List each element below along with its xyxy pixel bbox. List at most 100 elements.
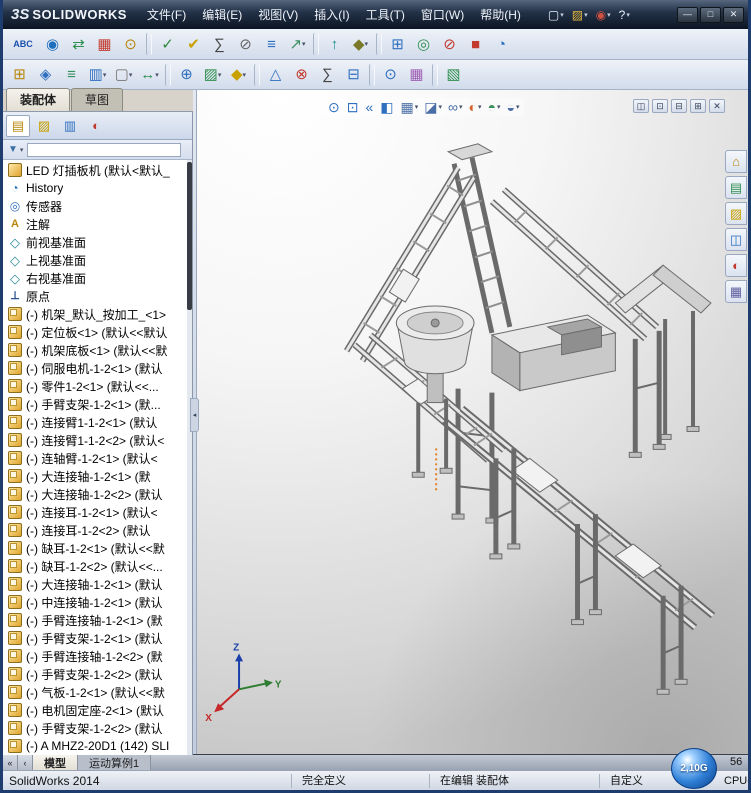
tree-item[interactable]: (-) 手臂支架-1-2<1> (默... xyxy=(3,395,192,413)
tab-assembly[interactable]: 装配体 xyxy=(6,88,71,111)
close-button[interactable]: ✕ xyxy=(723,6,744,23)
section-properties-icon[interactable]: ⊘ xyxy=(233,32,258,56)
smart-fasteners-icon[interactable]: ≡ xyxy=(59,63,84,87)
symmetry-check-icon[interactable]: ◔ xyxy=(489,32,514,56)
mate-icon[interactable]: ◈ xyxy=(33,63,58,87)
tab-model[interactable]: 模型 xyxy=(33,755,78,770)
interference-detection-icon[interactable]: ⊗ xyxy=(289,63,314,87)
window-select-icon[interactable]: ⊟ xyxy=(341,63,366,87)
tree-item[interactable]: (-) 大连接轴-1-2<1> (默认 xyxy=(3,575,192,593)
tree-item[interactable]: 传感器 xyxy=(3,197,192,215)
close-window-icon[interactable]: ✕ xyxy=(709,99,725,113)
tree-item[interactable]: (-) 连接耳-1-2<2> (默认 xyxy=(3,521,192,539)
propertymanager-tab-icon[interactable]: ▨ xyxy=(32,115,56,137)
configurationmanager-tab-icon[interactable]: ▥ xyxy=(58,115,82,137)
tree-item[interactable]: LED 灯插板机 (默认<默认_ xyxy=(3,161,192,179)
tree-item[interactable]: 原点 xyxy=(3,287,192,305)
restore-window-icon[interactable]: ⊡ xyxy=(652,99,668,113)
reference-geometry-icon[interactable]: ▨ ▾ xyxy=(200,63,225,87)
help-icon[interactable]: ? ▾ xyxy=(616,8,633,22)
menu-item[interactable]: 窗口(W) xyxy=(413,3,472,26)
scrollbar-thumb[interactable] xyxy=(187,162,192,310)
costing-icon[interactable]: ⊙ xyxy=(118,32,143,56)
featuremanager-tab-icon[interactable]: ▤ xyxy=(6,114,30,137)
graphics-area[interactable]: Z Y X ⊙ ⊡ « ◧ ▦ ▾ ◪ ▾ ∞ ▾ ◐ ▾ ◓ ▾ ◒ ▾ ◫ … xyxy=(197,90,748,754)
displaymanager-tab-icon[interactable]: ◐ xyxy=(84,115,108,137)
tree-item[interactable]: (-) 手臂支架-1-2<1> (默认 xyxy=(3,629,192,647)
edit-appearance-icon[interactable]: ◐ ▾ xyxy=(467,99,484,115)
tree-item[interactable]: (-) 大连接轴-1-2<1> (默 xyxy=(3,467,192,485)
tree-item[interactable]: (-) 连轴臂-1-2<1> (默认< xyxy=(3,449,192,467)
curvature-icon[interactable]: ◆ ▾ xyxy=(348,32,373,56)
new-part-icon[interactable]: ▢ ▾ xyxy=(111,63,136,87)
menu-item[interactable]: 帮助(H) xyxy=(472,3,529,26)
tree-item[interactable]: (-) 连接耳-1-2<1> (默认< xyxy=(3,503,192,521)
maximize-window-icon[interactable]: ⊞ xyxy=(690,99,706,113)
design-library-icon[interactable]: ▤ xyxy=(725,176,747,199)
tab-sketch[interactable]: 草图 xyxy=(71,88,124,111)
draft-analysis-icon[interactable]: ■ xyxy=(463,32,488,56)
cascade-windows-icon[interactable]: ◫ xyxy=(633,99,649,113)
tree-item[interactable]: (-) 气板-1-2<1> (默认<<默 xyxy=(3,683,192,701)
component-pattern-icon[interactable]: ▥ ▾ xyxy=(85,63,110,87)
assembly-statistics-icon[interactable]: ∑ xyxy=(315,63,340,87)
tree-item[interactable]: (-) 连接臂1-1-2<2> (默认< xyxy=(3,431,192,449)
tree-item[interactable]: (-) 机架底板<1> (默认<<默 xyxy=(3,341,192,359)
right-frame[interactable] xyxy=(628,330,666,458)
equations-icon[interactable]: ∑ xyxy=(207,32,232,56)
menu-item[interactable]: 编辑(E) xyxy=(194,3,250,26)
check-entity-icon[interactable]: ▦ xyxy=(92,32,117,56)
display-style-icon[interactable]: ◪ ▾ xyxy=(422,99,444,115)
tree-item[interactable]: (-) 手臂支架-1-2<2> (默认 xyxy=(3,719,192,737)
filter-input[interactable] xyxy=(27,142,181,157)
tree-item[interactable]: (-) 中连接轴-1-2<1> (默认 xyxy=(3,593,192,611)
custom-status-menu[interactable]: 自定义 xyxy=(599,773,653,788)
tree-item[interactable]: (-) 零件1-2<1> (默认<<... xyxy=(3,377,192,395)
minimize-window-icon[interactable]: ⊟ xyxy=(671,99,687,113)
hide-show-items-icon[interactable]: ∞ ▾ xyxy=(446,99,465,115)
reload-icon[interactable]: ↑ xyxy=(322,32,347,56)
magnifier-icon[interactable]: ⊙ xyxy=(378,63,403,87)
tab-motion-study-1[interactable]: 运动算例1 xyxy=(78,755,152,770)
recent-documents-icon[interactable]: ◉ ▾ xyxy=(593,8,614,22)
zoom-fit-icon[interactable]: ⊙ xyxy=(326,99,343,115)
menu-item[interactable]: 视图(V) xyxy=(250,3,306,26)
tree-item[interactable]: (-) 手臂连接轴-1-2<1> (默 xyxy=(3,611,192,629)
tree-item[interactable]: (-) 定位板<1> (默认<<默认 xyxy=(3,323,192,341)
tab-scroll-prev-icon[interactable]: ‹ xyxy=(18,755,33,770)
undercut-analysis-icon[interactable]: ⊘ xyxy=(437,32,462,56)
tree-item[interactable]: (-) 大连接轴-1-2<2> (默认 xyxy=(3,485,192,503)
exploded-view-icon[interactable]: △ xyxy=(263,63,288,87)
grid-system-icon[interactable]: ▧ xyxy=(441,63,466,87)
design-binder-icon[interactable]: ◉ xyxy=(40,32,65,56)
spell-checker-icon[interactable]: ABC xyxy=(7,32,39,56)
appearances-grid-icon[interactable]: ▦ xyxy=(404,63,429,87)
appearances-scenes-icon[interactable]: ◐ xyxy=(725,254,747,277)
tree-item[interactable]: (-) 手臂支架-1-2<2> (默认 xyxy=(3,665,192,683)
menu-item[interactable]: 文件(F) xyxy=(139,3,194,26)
conveyor-main-lower[interactable] xyxy=(441,405,716,695)
hopper-chute-right[interactable] xyxy=(614,264,712,440)
tree-item[interactable]: (-) 缺耳-1-2<1> (默认<<默 xyxy=(3,539,192,557)
custom-properties-icon[interactable]: ▦ xyxy=(725,280,747,303)
move-component-icon[interactable]: ↔ ▾ xyxy=(137,63,162,87)
tree-item[interactable]: 注解 xyxy=(3,215,192,233)
assembly-features-icon[interactable]: ⊕ xyxy=(174,63,199,87)
assembly-model-3d[interactable]: Z Y X xyxy=(197,90,748,754)
design-table-icon[interactable]: ⊞ xyxy=(385,32,410,56)
compare-documents-icon[interactable]: ⇄ xyxy=(66,32,91,56)
tree-item[interactable]: (-) A MHZ2-20D1 (142) SLI xyxy=(3,737,192,755)
maximize-button[interactable]: □ xyxy=(700,6,721,23)
sketch-icon[interactable]: ◆ ▾ xyxy=(226,63,251,87)
tree-item[interactable]: (-) 连接臂1-1-2<1> (默认 xyxy=(3,413,192,431)
section-view-icon[interactable]: ◧ xyxy=(378,99,396,115)
tree-item[interactable]: (-) 伺服电机-1-2<1> (默认 xyxy=(3,359,192,377)
tree-scrollbar[interactable] xyxy=(187,160,192,755)
tree-item[interactable]: (-) 缺耳-1-2<2> (默认<<... xyxy=(3,557,192,575)
conveyor-right[interactable] xyxy=(489,187,660,342)
zebra-stripes-icon[interactable]: ◎ xyxy=(411,32,436,56)
tree-item[interactable]: 右视基准面 xyxy=(3,269,192,287)
menu-item[interactable]: 工具(T) xyxy=(358,3,413,26)
view-orientation-icon[interactable]: ▦ ▾ xyxy=(399,99,421,115)
tree-item[interactable]: (-) 机架_默认_按加工_<1> xyxy=(3,305,192,323)
